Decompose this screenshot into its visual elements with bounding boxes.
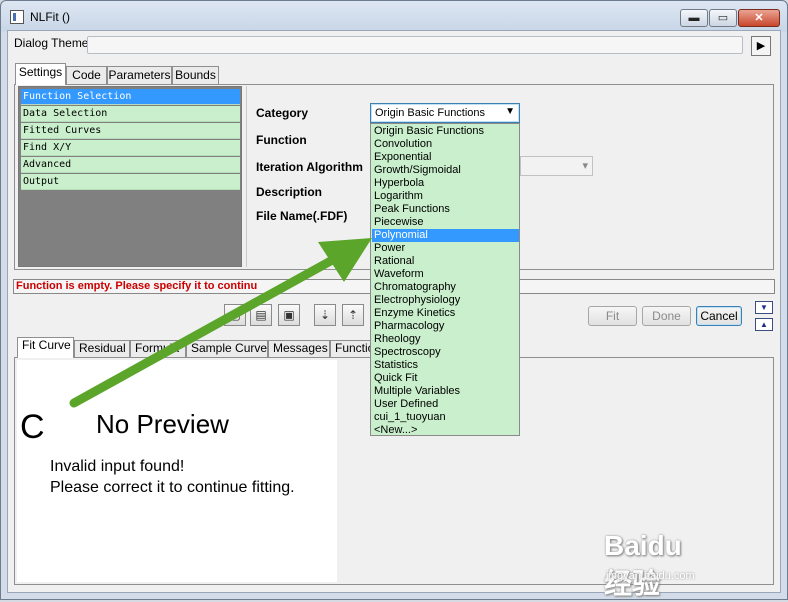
category-option[interactable]: Rational [372,255,519,268]
category-option[interactable]: cui_1_tuoyuan [372,411,519,424]
tab-function[interactable]: Function [330,340,372,357]
new-function-button[interactable]: ▢ [224,304,246,326]
preview-letter: C [20,408,45,446]
edit-function-button[interactable]: ▤ [250,304,272,326]
category-option[interactable]: Spectroscopy [372,346,519,359]
tab-code[interactable]: Code [66,66,107,84]
category-option[interactable]: Power [372,242,519,255]
category-selected-value: Origin Basic Functions [375,107,486,119]
invalid-input-message: Invalid input found! [50,458,185,475]
collapse-down-button[interactable]: ▼ [755,301,773,314]
triangle-up-icon: ▲ [760,320,768,329]
description-label: Description [256,185,323,199]
category-option[interactable]: Quick Fit [372,372,519,385]
correct-input-message: Please correct it to continue fitting. [50,479,295,496]
nav-item-function-selection[interactable]: Function Selection [21,89,240,105]
dialog-theme-arrow-button[interactable]: ▶ [751,36,771,56]
sort-up-icon: ⇡ [347,308,359,322]
category-option[interactable]: Origin Basic Functions [372,125,519,138]
window-title: NLFit () [30,10,70,24]
iteration-algorithm-select[interactable] [520,156,593,176]
category-option[interactable]: Growth/Sigmoidal [372,164,519,177]
tab-sample-curve[interactable]: Sample Curve [186,340,268,357]
category-option[interactable]: <New...> [372,424,519,437]
maximize-button[interactable]: ▭ [709,9,737,27]
category-option[interactable]: Exponential [372,151,519,164]
no-preview-title: No Preview [96,409,229,439]
save-function-button[interactable]: ▣ [278,304,300,326]
tab-residual[interactable]: Residual [74,340,130,357]
done-button[interactable]: Done [642,306,691,326]
category-label: Category [256,106,309,120]
category-option[interactable]: Peak Functions [372,203,519,216]
dialog-theme-label: Dialog Theme [14,36,89,50]
nav-item-advanced[interactable]: Advanced [21,157,240,173]
cancel-button[interactable]: Cancel [696,306,742,326]
category-option[interactable]: Hyperbola [372,177,519,190]
category-option[interactable]: Piecewise [372,216,519,229]
category-option[interactable]: Polynomial [372,229,519,242]
sort-up-button[interactable]: ⇡ [342,304,364,326]
category-select[interactable]: Origin Basic Functions ▼ [370,103,520,123]
settings-nav-tree: Function Selection Data Selection Fitted… [18,86,242,267]
category-option[interactable]: Multiple Variables [372,385,519,398]
fit-button[interactable]: Fit [588,306,637,326]
tab-parameters[interactable]: Parameters [107,66,172,84]
watermark-text: Baidu经验 [604,530,682,599]
triangle-down-icon: ▼ [760,303,768,312]
close-button[interactable]: ✕ [738,9,780,27]
sort-down-icon: ⇣ [319,308,331,322]
category-option[interactable]: Rheology [372,333,519,346]
category-option[interactable]: Convolution [372,138,519,151]
expand-up-button[interactable]: ▲ [755,318,773,331]
category-option[interactable]: Logarithm [372,190,519,203]
watermark-url: jingyan.baidu.com [606,570,695,582]
app-icon [10,10,24,24]
function-label: Function [256,133,307,147]
nav-item-fitted-curves[interactable]: Fitted Curves [21,123,240,139]
sort-down-button[interactable]: ⇣ [314,304,336,326]
category-option[interactable]: Chromatography [372,281,519,294]
category-option[interactable]: Statistics [372,359,519,372]
iteration-algorithm-label: Iteration Algorithm [256,160,363,174]
minimize-button[interactable]: ▬ [680,9,708,27]
category-dropdown-list: Origin Basic Functions Convolution Exponen… [370,123,520,436]
file-name-label: File Name(.FDF) [256,209,348,223]
category-option[interactable]: Enzyme Kinetics [372,307,519,320]
new-file-icon: ▢ [229,308,241,322]
tab-fit-curve[interactable]: Fit Curve [17,337,74,358]
tab-messages[interactable]: Messages [268,340,330,357]
nav-item-find-xy[interactable]: Find X/Y [21,140,240,156]
tab-formula[interactable]: Formula [130,340,186,357]
tab-settings[interactable]: Settings [15,63,66,85]
chevron-down-icon: ▼ [505,106,515,117]
category-option[interactable]: Pharmacology [372,320,519,333]
category-option[interactable]: User Defined [372,398,519,411]
tab-bounds[interactable]: Bounds [172,66,219,84]
edit-file-icon: ▤ [255,308,267,322]
save-icon: ▣ [283,308,295,322]
category-option[interactable]: Waveform [372,268,519,281]
category-option[interactable]: Electrophysiology [372,294,519,307]
dialog-theme-field[interactable] [87,36,743,54]
nav-item-data-selection[interactable]: Data Selection [21,106,240,122]
nav-item-output[interactable]: Output [21,174,240,190]
